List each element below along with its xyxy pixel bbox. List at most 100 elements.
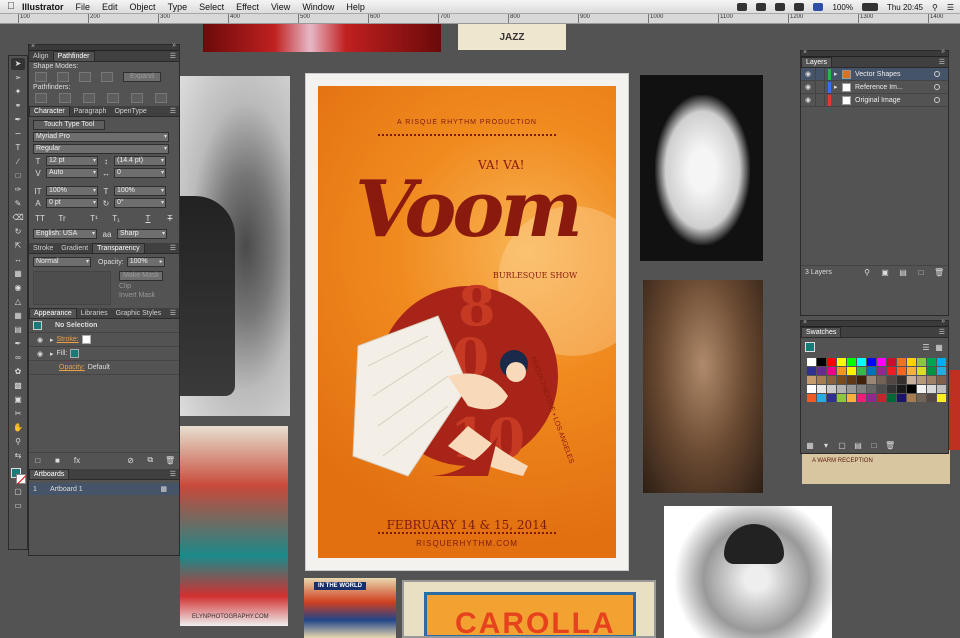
reference-image-marquee[interactable]: CAROLLA — [402, 580, 656, 638]
menu-type[interactable]: Type — [168, 2, 188, 12]
color-swatch[interactable] — [927, 358, 936, 366]
direct-selection-tool-icon[interactable]: ➢ — [11, 72, 25, 84]
reference-image-sepia-dancer[interactable] — [643, 280, 763, 493]
notification-center-icon[interactable]: ☰ — [947, 3, 954, 12]
flag-icon[interactable] — [813, 3, 824, 11]
color-swatch[interactable] — [877, 367, 886, 375]
fx-icon[interactable]: fx — [72, 456, 82, 465]
font-family-select[interactable]: Myriad Pro ▾ — [33, 132, 169, 142]
expand-button[interactable]: Expand — [123, 72, 161, 82]
swatch-libraries-icon[interactable]: ▦ — [805, 441, 815, 450]
slice-tool-icon[interactable]: ✂ — [11, 408, 25, 420]
new-stroke-icon[interactable]: □ — [33, 456, 43, 465]
paintbrush-tool-icon[interactable]: ✑ — [11, 184, 25, 196]
app-name-menu[interactable]: Illustrator — [22, 2, 64, 12]
outline-icon[interactable] — [131, 93, 143, 103]
menu-object[interactable]: Object — [130, 2, 156, 12]
color-swatch[interactable] — [907, 358, 916, 366]
clock[interactable]: Thu 20:45 — [887, 3, 923, 12]
tab-appearance[interactable]: Appearance — [29, 308, 77, 318]
appearance-opacity-label[interactable]: Opacity: — [59, 364, 85, 371]
reference-image-fan-dancer[interactable] — [640, 75, 763, 261]
color-swatch[interactable] — [927, 385, 936, 393]
color-swatch[interactable] — [857, 385, 866, 393]
artboard-row[interactable]: 1 Artboard 1 ▦ — [29, 483, 179, 495]
color-swatch[interactable] — [827, 376, 836, 384]
color-swatch[interactable] — [897, 385, 906, 393]
column-graph-tool-icon[interactable]: ▩ — [11, 380, 25, 392]
magic-wand-tool-icon[interactable]: ✦ — [11, 86, 25, 98]
stroke-color-swatch[interactable] — [16, 474, 26, 484]
color-swatch[interactable] — [847, 385, 856, 393]
color-swatch[interactable] — [867, 376, 876, 384]
close-icon[interactable]: × — [803, 319, 807, 326]
perspective-grid-tool-icon[interactable]: △ — [11, 296, 25, 308]
layer-name[interactable]: Original Image — [855, 97, 901, 104]
pen-tool-icon[interactable]: ✒ — [11, 114, 25, 126]
color-swatch[interactable] — [887, 358, 896, 366]
color-swatch[interactable] — [857, 358, 866, 366]
menu-effect[interactable]: Effect — [236, 2, 259, 12]
tab-pathfinder[interactable]: Pathfinder — [52, 51, 95, 61]
color-swatch[interactable] — [917, 376, 926, 384]
touch-type-button[interactable]: Touch Type Tool — [33, 120, 105, 130]
color-swatch[interactable] — [927, 367, 936, 375]
color-swatch[interactable] — [907, 394, 916, 402]
panel-menu-icon[interactable]: ☰ — [170, 470, 176, 478]
blend-tool-icon[interactable]: ∞ — [11, 352, 25, 364]
layer-row-original-image[interactable]: ◉ Original Image — [801, 93, 948, 107]
curvature-tool-icon[interactable]: ∽ — [11, 128, 25, 140]
merge-icon[interactable] — [83, 93, 95, 103]
disclosure-triangle-icon[interactable]: ▸ — [834, 70, 842, 78]
intersect-icon[interactable] — [79, 72, 91, 82]
dropbox-icon[interactable] — [756, 3, 767, 11]
small-caps-button[interactable]: Tr — [57, 214, 67, 223]
reference-image-red-dancer[interactable] — [203, 24, 441, 52]
color-swatch[interactable] — [827, 358, 836, 366]
superscript-button[interactable]: T¹ — [89, 214, 99, 223]
eye-icon[interactable]: ◉ — [801, 83, 815, 91]
color-swatch[interactable] — [937, 358, 946, 366]
blend-mode-select[interactable]: Normal ▾ — [33, 257, 91, 267]
baseline-shift-field[interactable]: 0 pt ▾ — [46, 198, 98, 208]
trash-icon[interactable]: 🗑 — [165, 456, 175, 465]
color-swatch[interactable] — [897, 394, 906, 402]
all-caps-button[interactable]: TT — [35, 214, 45, 223]
color-swatch[interactable] — [837, 358, 846, 366]
menu-file[interactable]: File — [76, 2, 91, 12]
opacity-field[interactable]: 100% ▸ — [126, 257, 165, 267]
stroke-label[interactable]: Stroke: — [57, 336, 79, 343]
horizontal-scale-field[interactable]: 100% ▾ — [114, 186, 166, 196]
fill-swatch[interactable] — [70, 349, 80, 358]
color-swatch[interactable] — [877, 394, 886, 402]
color-swatch[interactable] — [937, 367, 946, 375]
show-kinds-icon[interactable]: ▾ — [821, 441, 831, 450]
tab-transparency[interactable]: Transparency — [92, 243, 145, 253]
panel-menu-icon[interactable]: ☰ — [170, 244, 176, 252]
exclude-icon[interactable] — [101, 72, 113, 82]
reference-image-bw-portrait[interactable] — [664, 506, 832, 638]
tab-opentype[interactable]: OpenType — [110, 107, 150, 116]
clip-checkbox[interactable]: Clip — [119, 283, 163, 290]
swatch-options-icon[interactable]: ▢ — [837, 441, 847, 450]
stroke-none-swatch[interactable] — [81, 335, 91, 344]
panel-menu-icon[interactable]: ☰ — [939, 328, 945, 336]
disclosure-triangle-icon[interactable]: ▸ — [50, 336, 54, 344]
kerning-field[interactable]: Auto ▾ — [46, 168, 98, 178]
new-layer-icon[interactable]: □ — [916, 268, 926, 277]
swap-fill-stroke-icon[interactable]: ⇆ — [11, 450, 25, 462]
panel-menu-icon[interactable]: ☰ — [170, 309, 176, 317]
disclosure-triangle-icon[interactable]: ▸ — [834, 83, 842, 91]
layer-target-icon[interactable] — [934, 84, 940, 90]
eye-icon[interactable]: ◉ — [33, 336, 47, 344]
color-swatch[interactable] — [817, 358, 826, 366]
free-transform-tool-icon[interactable]: ▦ — [11, 268, 25, 280]
locate-object-icon[interactable]: ⚲ — [862, 268, 872, 277]
panel-menu-icon[interactable]: ☰ — [939, 58, 945, 66]
menu-view[interactable]: View — [271, 2, 290, 12]
layer-row-vector-shapes[interactable]: ◉ ▸ Vector Shapes — [801, 67, 948, 81]
new-fill-icon[interactable]: ■ — [53, 456, 63, 465]
tab-gradient[interactable]: Gradient — [57, 244, 92, 253]
artboard-tool-icon[interactable]: ▣ — [11, 394, 25, 406]
gradient-tool-icon[interactable]: ▤ — [11, 324, 25, 336]
